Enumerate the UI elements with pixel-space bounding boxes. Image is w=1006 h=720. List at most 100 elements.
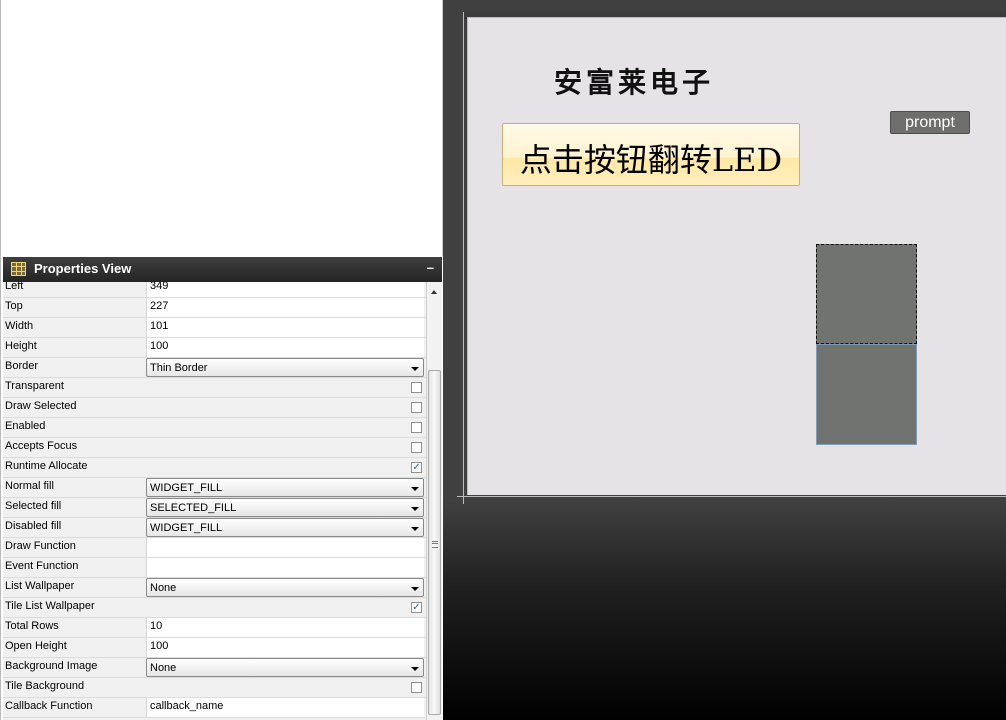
scrollbar-thumb[interactable]: [428, 370, 441, 715]
property-row-selected-fill: Selected fill SELECTED_FILL: [3, 498, 426, 518]
checkmark-icon: ✓: [412, 462, 421, 473]
property-row-normal-fill: Normal fill WIDGET_FILL: [3, 478, 426, 498]
widget-box[interactable]: [816, 344, 917, 445]
dropdown-value: SELECTED_FILL: [150, 502, 237, 514]
property-label: Tile Background: [5, 680, 85, 692]
property-row-open-height: Open Height 100: [3, 638, 426, 658]
left-field[interactable]: 349: [146, 282, 424, 297]
top-field[interactable]: 227: [146, 298, 424, 317]
properties-table: Left 349 Top 227 Width 101 Height 100 Border Thin…: [3, 282, 426, 720]
property-label: Background Image: [5, 660, 98, 672]
property-row-list-wallpaper: List Wallpaper None: [3, 578, 426, 598]
dropdown-value: WIDGET_FILL: [150, 482, 223, 494]
property-label: Transparent: [5, 380, 64, 392]
chevron-down-icon[interactable]: [411, 587, 419, 591]
property-label: Event Function: [5, 560, 79, 572]
property-label: Left: [5, 282, 24, 292]
property-row-border: Border Thin Border: [3, 358, 426, 378]
property-value: 349: [150, 282, 169, 292]
checkmark-icon: ✓: [412, 602, 421, 613]
tile-list-wallpaper-checkbox[interactable]: ✓: [411, 602, 422, 613]
event-function-field[interactable]: [146, 558, 424, 577]
property-label: Accepts Focus: [5, 440, 78, 452]
property-value: callback_name: [150, 700, 224, 712]
normal-fill-dropdown[interactable]: WIDGET_FILL: [146, 478, 424, 497]
property-label: List Wallpaper: [5, 580, 75, 592]
property-row-callback-function: Callback Function callback_name: [3, 698, 426, 718]
property-label: Draw Selected: [5, 400, 77, 412]
properties-scrollbar[interactable]: [426, 282, 442, 720]
dropdown-value: None: [150, 662, 177, 674]
grip-icon: [432, 541, 438, 548]
property-label: Selected fill: [5, 500, 62, 512]
property-label: Width: [5, 320, 34, 332]
design-canvas[interactable]: 安富莱电子 点击按钮翻转LED prompt: [467, 17, 1006, 495]
height-field[interactable]: 100: [146, 338, 424, 357]
selected-fill-dropdown[interactable]: SELECTED_FILL: [146, 498, 424, 517]
property-label: Height: [5, 340, 37, 352]
transparent-checkbox[interactable]: [411, 382, 422, 393]
property-row-transparent: Transparent: [3, 378, 426, 398]
property-row-height: Height 100: [3, 338, 426, 358]
width-field[interactable]: 101: [146, 318, 424, 337]
chevron-down-icon[interactable]: [411, 507, 419, 511]
property-label: Total Rows: [5, 620, 59, 632]
project-tree-pane: [3, 0, 443, 256]
property-value: 227: [150, 300, 169, 312]
tile-background-checkbox[interactable]: [411, 682, 422, 693]
brand-label[interactable]: 安富莱电子: [554, 61, 714, 101]
chevron-down-icon[interactable]: [411, 667, 419, 671]
disabled-fill-dropdown[interactable]: WIDGET_FILL: [146, 518, 424, 537]
property-row-accepts-focus: Accepts Focus: [3, 438, 426, 458]
property-row-background-image: Background Image None: [3, 658, 426, 678]
property-label: Enabled: [5, 420, 46, 432]
enabled-checkbox[interactable]: [411, 422, 422, 433]
property-value: 10: [150, 620, 163, 632]
property-row-draw-function: Draw Function: [3, 538, 426, 558]
draw-function-field[interactable]: [146, 538, 424, 557]
list-wallpaper-dropdown[interactable]: None: [146, 578, 424, 597]
property-row-tile-background: Tile Background: [3, 678, 426, 698]
property-label: Border: [5, 360, 39, 372]
horizontal-guide: [457, 496, 1006, 497]
property-row-tile-list-wallpaper: Tile List Wallpaper ✓: [3, 598, 426, 618]
vertical-guide: [463, 12, 464, 504]
runtime-allocate-checkbox[interactable]: ✓: [411, 462, 422, 473]
draw-selected-checkbox[interactable]: [411, 402, 422, 413]
background-image-dropdown[interactable]: None: [146, 658, 424, 677]
property-row-width: Width 101: [3, 318, 426, 338]
total-rows-field[interactable]: 10: [146, 618, 424, 637]
property-row-runtime-allocate: Runtime Allocate ✓: [3, 458, 426, 478]
left-panel: Properties View – Left 349 Top 227 Width 101 H…: [0, 0, 443, 720]
property-label: Normal fill: [5, 480, 54, 492]
selected-widget-box[interactable]: [816, 244, 917, 344]
flip-led-button[interactable]: 点击按钮翻转LED: [502, 123, 800, 186]
accepts-focus-checkbox[interactable]: [411, 442, 422, 453]
property-row-draw-selected: Draw Selected: [3, 398, 426, 418]
flip-led-button-label: 点击按钮翻转LED: [519, 141, 783, 179]
property-row-enabled: Enabled: [3, 418, 426, 438]
property-value: 100: [150, 340, 169, 352]
property-label: Draw Function: [5, 540, 76, 552]
dropdown-value: None: [150, 582, 177, 594]
grid-icon: [11, 262, 26, 276]
chevron-down-icon[interactable]: [411, 367, 419, 371]
open-height-field[interactable]: 100: [146, 638, 424, 657]
chevron-down-icon[interactable]: [411, 527, 419, 531]
property-row-event-function: Event Function: [3, 558, 426, 578]
chevron-down-icon[interactable]: [411, 487, 419, 491]
property-label: Top: [5, 300, 23, 312]
property-value: 100: [150, 640, 169, 652]
property-row-left: Left 349: [3, 282, 426, 298]
callback-function-field[interactable]: callback_name: [146, 698, 424, 717]
property-label: Runtime Allocate: [5, 460, 88, 472]
property-row-top: Top 227: [3, 298, 426, 318]
property-label: Disabled fill: [5, 520, 62, 532]
property-row-disabled-fill: Disabled fill WIDGET_FILL: [3, 518, 426, 538]
property-label: Open Height: [5, 640, 67, 652]
border-dropdown[interactable]: Thin Border: [146, 358, 424, 377]
scroll-up-icon[interactable]: [431, 290, 437, 294]
prompt-button[interactable]: prompt: [890, 111, 970, 134]
property-label: Callback Function: [5, 700, 93, 712]
minimize-button[interactable]: –: [427, 260, 434, 275]
